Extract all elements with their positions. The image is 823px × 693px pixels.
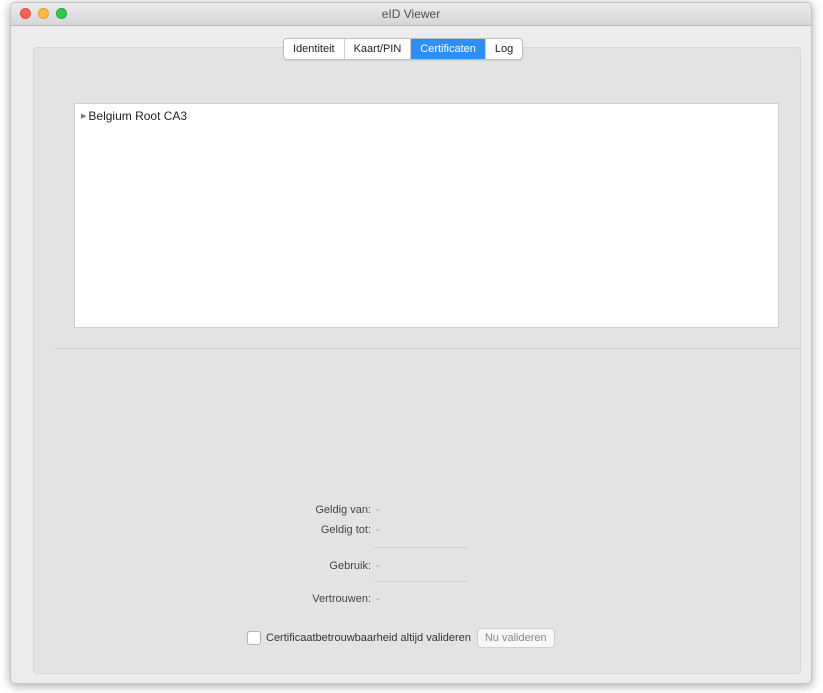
always-validate-checkbox[interactable] <box>247 631 261 645</box>
trust-value: - <box>376 593 380 605</box>
app-window: eID Viewer Identiteit Kaart/PIN Certific… <box>10 2 812 684</box>
row-divider <box>373 547 468 548</box>
trust-row: Vertrouwen: - <box>287 593 380 605</box>
usage-row: Gebruik: - <box>287 560 380 572</box>
tab-kaart-pin[interactable]: Kaart/PIN <box>345 39 412 59</box>
trust-label: Vertrouwen: <box>312 593 371 605</box>
usage-value: - <box>376 560 380 572</box>
certificate-tree[interactable]: ▶ Belgium Root CA3 <box>74 103 779 328</box>
disclosure-triangle-icon[interactable]: ▶ <box>81 112 86 120</box>
tree-item-belgium-root-ca3[interactable]: ▶ Belgium Root CA3 <box>81 109 187 123</box>
tab-bar: Identiteit Kaart/PIN Certificaten Log <box>283 38 524 60</box>
validate-now-button[interactable]: Nu valideren <box>476 628 555 648</box>
divider <box>54 348 800 349</box>
window-title: eID Viewer <box>381 7 441 21</box>
validation-controls: Certificaatbetrouwbaarheid altijd valide… <box>247 628 555 648</box>
valid-to-label: Geldig tot: <box>320 524 371 536</box>
tree-item-label: Belgium Root CA3 <box>88 109 188 123</box>
valid-from-row: Geldig van: - <box>287 504 380 516</box>
tab-log[interactable]: Log <box>486 39 522 59</box>
always-validate-label[interactable]: Certificaatbetrouwbaarheid altijd valide… <box>266 632 471 644</box>
tab-certificaten[interactable]: Certificaten <box>411 39 486 59</box>
valid-to-row: Geldig tot: - <box>287 524 380 536</box>
valid-from-label: Geldig van: <box>315 504 371 516</box>
usage-label: Gebruik: <box>329 560 371 572</box>
certificates-panel: ▶ Belgium Root CA3 Geldig van: - Geldig … <box>33 47 801 674</box>
row-divider <box>373 581 468 582</box>
valid-from-value: - <box>376 504 380 516</box>
valid-to-value: - <box>376 524 380 536</box>
title-bar: eID Viewer <box>11 3 811 26</box>
tab-identiteit[interactable]: Identiteit <box>284 39 345 59</box>
